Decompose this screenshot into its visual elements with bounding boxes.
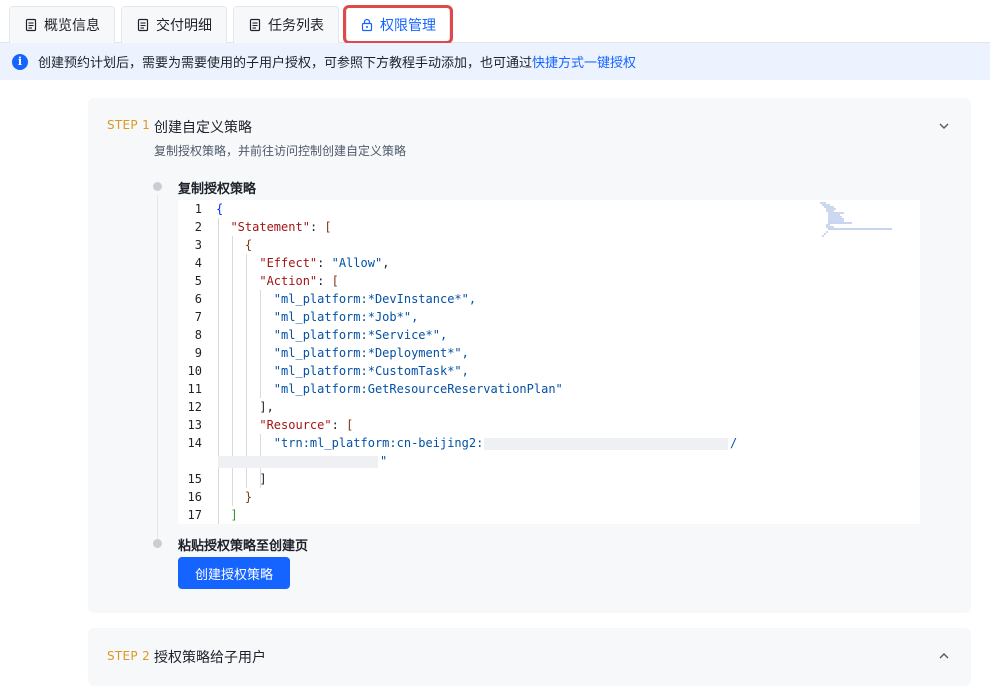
code-line: "ml_platform:GetResourceReservationPlan"	[216, 382, 563, 396]
document-icon	[249, 18, 261, 32]
redacted-text	[484, 438, 728, 450]
code-line: "ml_platform:*Service*",	[216, 328, 448, 342]
code-line: /	[730, 436, 738, 450]
line-number: 5	[194, 274, 202, 288]
code-line: {	[216, 238, 253, 252]
info-banner: i 创建预约计划后，需要为需要使用的子用户授权，可参照下方教程手动添加，也可通过…	[0, 43, 990, 80]
timeline-dot	[153, 182, 162, 191]
line-number: 15	[187, 472, 202, 486]
code-line: "ml_platform:*Deployment*",	[216, 346, 469, 360]
paste-policy-title: 粘贴授权策略至创建页	[178, 539, 309, 554]
quick-authorize-link[interactable]: 快捷方式一键授权	[532, 52, 636, 71]
code-line: "	[380, 454, 388, 468]
line-number: 9	[194, 346, 202, 360]
tab-label: 交付明细	[156, 18, 212, 34]
code-line: ]	[216, 508, 238, 522]
line-number: 1	[194, 202, 202, 216]
lock-icon	[361, 18, 373, 32]
code-line: {	[216, 202, 224, 216]
line-number: 2	[194, 220, 202, 234]
code-line: ],	[216, 400, 274, 414]
info-icon: i	[12, 53, 28, 70]
tab-label: 任务列表	[268, 18, 324, 34]
step1-card: STEP 1 创建自定义策略 复制授权策略，并前往访问控制创建自定义策略 复制授…	[88, 98, 971, 613]
tab-label: 权限管理	[380, 18, 436, 34]
line-number: 11	[187, 382, 202, 396]
chevron-up-icon[interactable]	[937, 649, 951, 663]
code-line: "ml_platform:*DevInstance*",	[216, 292, 477, 306]
banner-text: 创建预约计划后，需要为需要使用的子用户授权，可参照下方教程手动添加，也可通过	[38, 56, 533, 71]
step2-label: STEP 2	[107, 649, 151, 663]
code-line: "Statement": [	[230, 220, 332, 234]
tab-bar: 概览信息 交付明细 任务列表 权限管理	[0, 0, 990, 44]
tab-delivery-details[interactable]: 交付明细	[121, 6, 227, 43]
step1-description: 复制授权策略，并前往访问控制创建自定义策略	[154, 144, 407, 158]
chevron-down-icon[interactable]	[937, 119, 951, 133]
tab-label: 概览信息	[44, 18, 100, 34]
line-number: 14	[187, 436, 202, 450]
line-number: 10	[187, 364, 202, 378]
line-number: 12	[187, 400, 202, 414]
copy-policy-title: 复制授权策略	[178, 182, 257, 197]
timeline-line	[157, 195, 158, 539]
code-line: "Action": [	[259, 274, 339, 288]
document-icon	[137, 18, 149, 32]
line-number: 17	[187, 508, 202, 522]
line-number: 3	[194, 238, 202, 252]
line-number: 6	[194, 292, 202, 306]
step2-card[interactable]: STEP 2 授权策略给子用户	[88, 628, 971, 686]
tab-overview[interactable]: 概览信息	[9, 6, 115, 43]
line-number: 7	[194, 310, 202, 324]
line-number: 8	[194, 328, 202, 342]
code-line: "ml_platform:*CustomTask*",	[216, 364, 469, 378]
step2-title: 授权策略给子用户	[154, 650, 266, 666]
timeline-dot	[153, 539, 162, 548]
line-number: 13	[187, 418, 202, 432]
tab-task-list[interactable]: 任务列表	[233, 6, 339, 43]
code-line: "ml_platform:*Job*",	[216, 310, 419, 324]
tab-permission-management[interactable]: 权限管理	[346, 6, 450, 43]
redacted-text	[218, 456, 378, 468]
step1-title: 创建自定义策略	[154, 120, 252, 136]
code-line: "trn:ml_platform:cn-beijing2:	[216, 436, 484, 450]
policy-code-block[interactable]: 1 2 3 4 5 6 7 8 9 10 11 12 13 14 15 16 1…	[178, 200, 920, 524]
code-line: "Effect": "Allow",	[259, 256, 390, 270]
code-line: ]	[216, 472, 267, 486]
line-number: 16	[187, 490, 202, 504]
step1-label: STEP 1	[107, 118, 151, 132]
document-icon	[25, 18, 37, 32]
code-line: "Resource": [	[259, 418, 354, 432]
code-minimap[interactable]	[820, 202, 900, 242]
code-line: }	[216, 490, 253, 504]
create-policy-button[interactable]: 创建授权策略	[178, 557, 290, 589]
line-number: 4	[194, 256, 202, 270]
